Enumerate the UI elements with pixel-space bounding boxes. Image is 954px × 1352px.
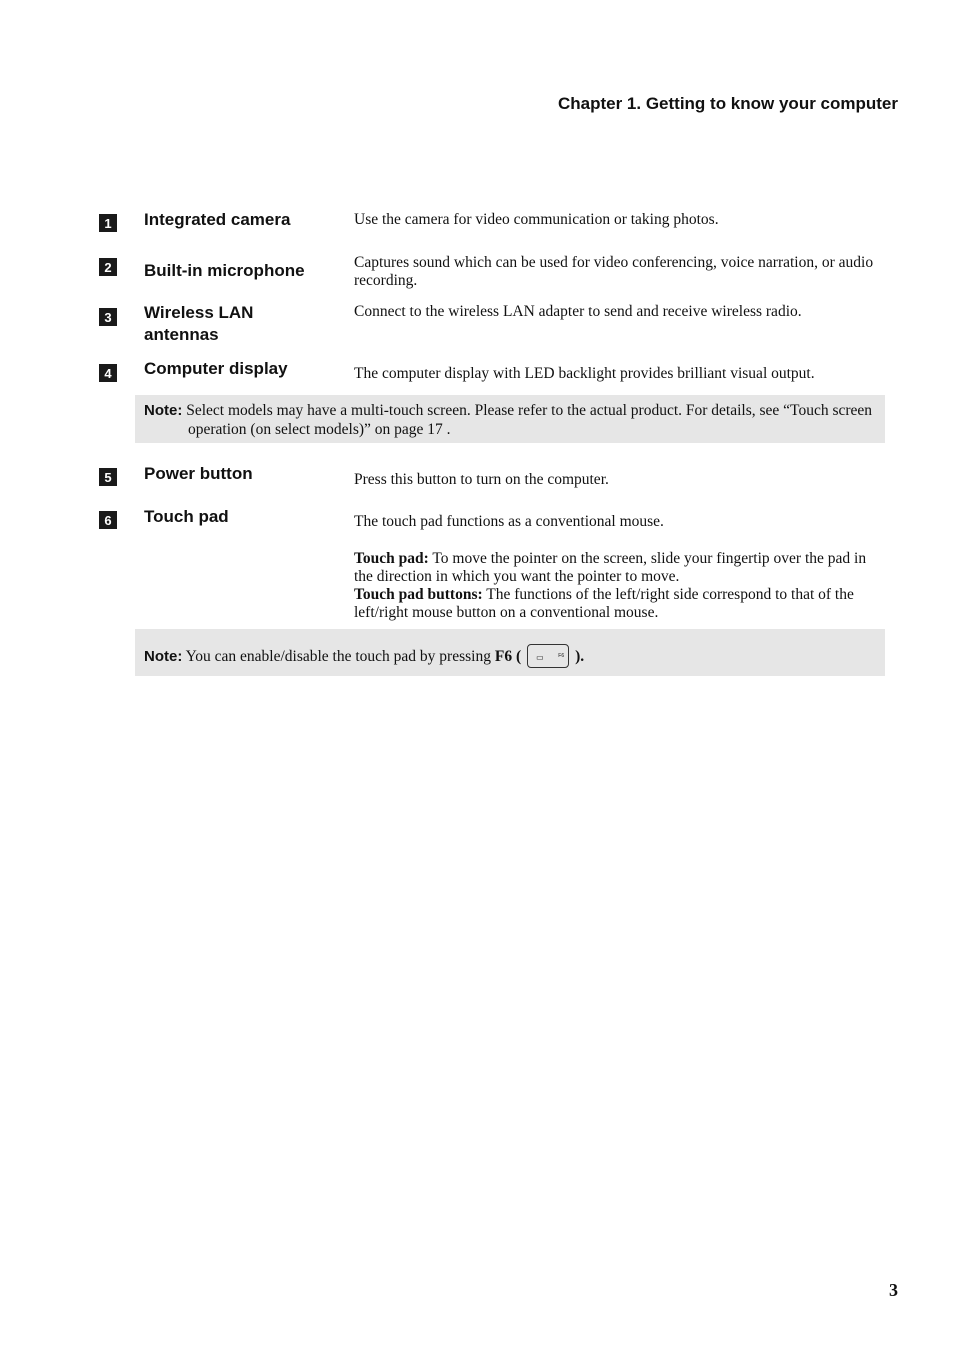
- chapter-title: Chapter 1. Getting to know your computer: [557, 94, 898, 113]
- item-number-badge: 3: [99, 308, 117, 326]
- item-term: Wireless LAN antennas: [144, 303, 254, 344]
- touchpad-details: Touch pad: To move the pointer on the sc…: [354, 550, 884, 622]
- key-cap-label: F6: [558, 653, 565, 659]
- item-number-badge: 5: [99, 468, 117, 486]
- note-label: Note:: [144, 402, 183, 419]
- item-description: Connect to the wireless LAN adapter to s…: [354, 303, 802, 320]
- touchpad-detail: Touch pad buttons: The functions of the …: [354, 586, 884, 622]
- touchpad-toggle-icon: ▭: [536, 653, 544, 662]
- note-text: Select models may have a multi-touch scr…: [182, 402, 873, 438]
- item-description: The touch pad functions as a conventiona…: [354, 513, 664, 530]
- detail-label: Touch pad buttons:: [354, 586, 483, 603]
- item-term: Computer display: [144, 359, 288, 378]
- item-description: The computer display with LED backlight …: [354, 365, 815, 382]
- item-description: Press this button to turn on the compute…: [354, 471, 609, 488]
- detail-label: Touch pad:: [354, 550, 429, 567]
- key-name: F6: [494, 647, 513, 665]
- item-description: Captures sound which can be used for vid…: [354, 254, 874, 289]
- paren-close: ).: [575, 647, 585, 665]
- item-description: Use the camera for video communication o…: [354, 211, 719, 228]
- touchpad-detail: Touch pad: To move the pointer on the sc…: [354, 550, 884, 586]
- note-box: Note: Select models may have a multi-tou…: [135, 395, 885, 443]
- item-number-badge: 2: [99, 258, 117, 276]
- item-number-badge: 4: [99, 364, 117, 382]
- paren-open: (: [512, 647, 522, 665]
- detail-text: To move the pointer on the screen, slide…: [354, 550, 867, 585]
- note-box: Note: You can enable/disable the touch p…: [135, 629, 885, 676]
- note-text: You can enable/disable the touch pad by …: [182, 647, 495, 665]
- item-term: Integrated camera: [144, 210, 291, 229]
- item-number-badge: 6: [99, 511, 117, 529]
- item-term: Power button: [144, 464, 253, 483]
- item-term: Touch pad: [144, 507, 229, 526]
- page-number: 3: [889, 1280, 898, 1300]
- item-number-badge: 1: [99, 214, 117, 232]
- item-term: Built-in microphone: [144, 261, 305, 280]
- note-label: Note:: [144, 647, 183, 665]
- f6-key-graphic: ▭ F6: [527, 644, 570, 668]
